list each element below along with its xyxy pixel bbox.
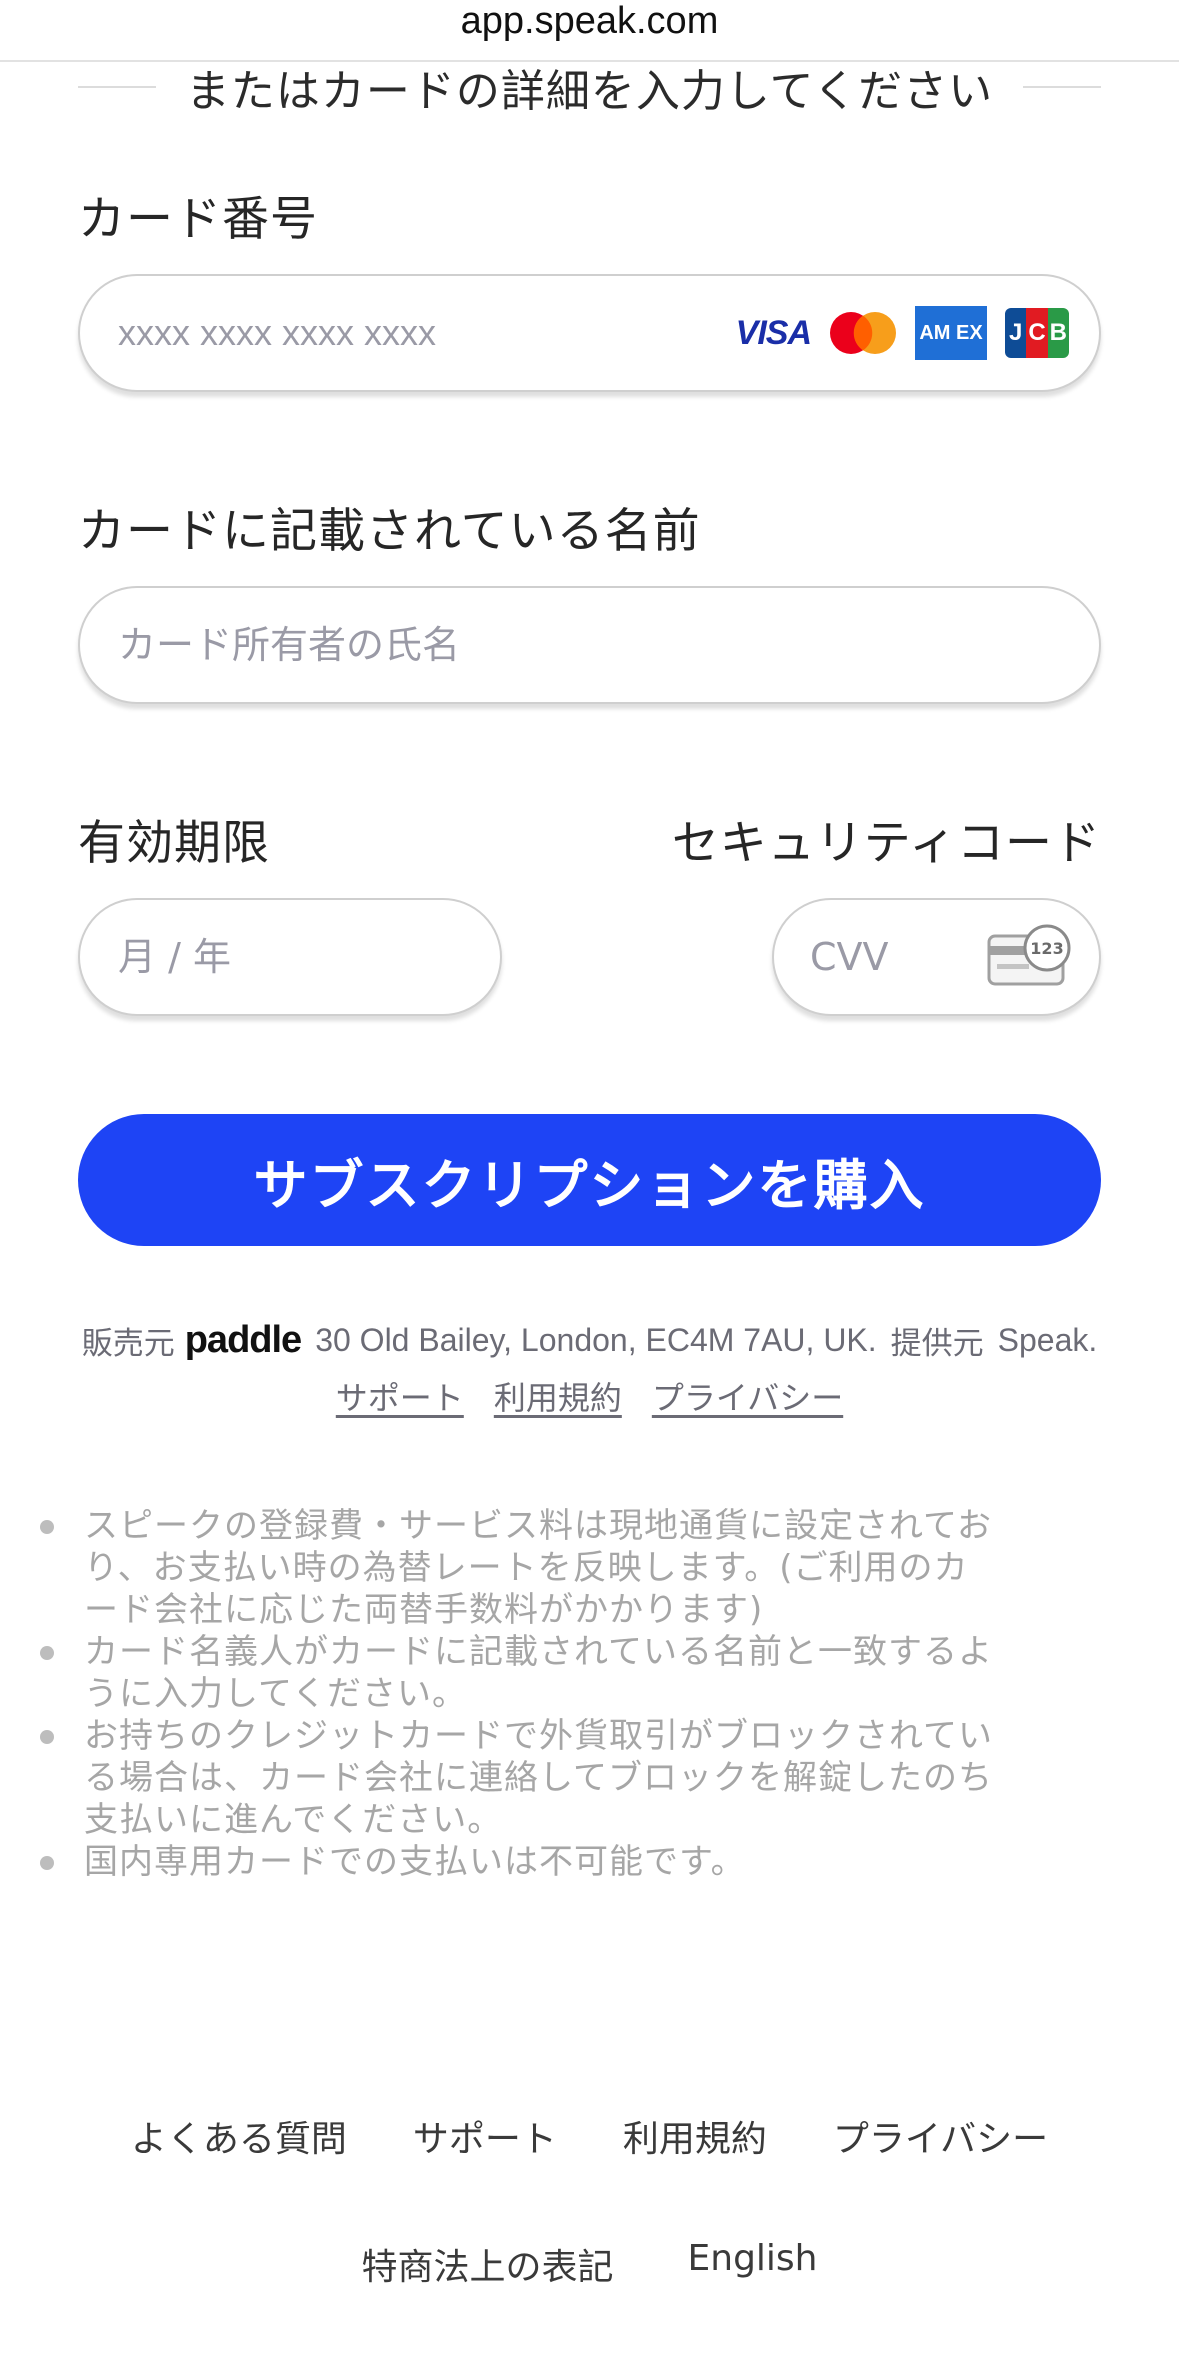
seller-address: 30 Old Bailey, London, EC4M 7AU, UK.	[315, 1322, 877, 1358]
divider-text: またはカードの詳細を入力してください	[185, 66, 994, 117]
expiry-field[interactable]	[78, 898, 502, 1016]
footer-language-link[interactable]: English	[688, 2238, 818, 2290]
seller-support-link[interactable]: サポート	[336, 1373, 464, 1419]
browser-address-bar[interactable]: app.speak.com	[0, 0, 1179, 62]
mastercard-logo-icon	[830, 312, 896, 354]
expiry-label: 有効期限	[78, 816, 270, 871]
security-code-label: セキュリティコード	[671, 816, 1101, 871]
card-name-input[interactable]	[118, 623, 1061, 667]
payment-notes-list: スピークの登録費・サービス料は現地通貨に設定されており、お支払い時の為替レートを…	[34, 1505, 994, 1883]
amex-logo-icon: AM EX	[915, 306, 987, 360]
cvv-icon-digits: 123	[1030, 939, 1063, 958]
provided-by-label: 提供元	[890, 1326, 984, 1362]
jcb-letter-j: J	[1005, 308, 1027, 358]
jcb-logo-icon: J C B	[1005, 308, 1069, 358]
card-number-field[interactable]: VISA AM EX J C B	[78, 274, 1101, 392]
footer-terms-link[interactable]: 利用規約	[623, 2110, 767, 2162]
cvv-input[interactable]	[810, 935, 987, 979]
footer-links-row-2: 特商法上の表記 English	[0, 2238, 1179, 2290]
divider-line-left	[78, 86, 156, 88]
seller-links: サポート 利用規約 プライバシー	[0, 1373, 1179, 1419]
card-number-input[interactable]	[118, 312, 736, 354]
paddle-logo-icon: paddle	[184, 1319, 302, 1361]
seller-info: 販売元 paddle 30 Old Bailey, London, EC4M 7…	[78, 1318, 1101, 1363]
card-name-label: カードに記載されている名前	[78, 504, 701, 559]
list-item: カード名義人がカードに記載されている名前と一致するように入力してください。	[34, 1631, 994, 1715]
footer-support-link[interactable]: サポート	[413, 2110, 557, 2162]
jcb-letter-c: C	[1026, 308, 1048, 358]
purchase-subscription-button[interactable]: サブスクリプションを購入	[78, 1114, 1101, 1246]
card-details-divider: またはカードの詳細を入力してください	[78, 58, 1102, 117]
amex-logo-text: AM EX	[919, 322, 983, 344]
footer-legal-notice-link[interactable]: 特商法上の表記	[361, 2238, 613, 2290]
footer-faq-link[interactable]: よくある質問	[131, 2110, 347, 2162]
expiry-input[interactable]	[118, 935, 470, 979]
seller-terms-link[interactable]: 利用規約	[494, 1373, 622, 1419]
provider-name: Speak.	[997, 1322, 1098, 1358]
url-text[interactable]: app.speak.com	[461, 1, 719, 41]
footer-privacy-link[interactable]: プライバシー	[833, 2110, 1048, 2162]
seller-privacy-link[interactable]: プライバシー	[652, 1373, 843, 1419]
card-name-field[interactable]	[78, 586, 1101, 704]
list-item: 国内専用カードでの支払いは不可能です。	[34, 1841, 994, 1883]
list-item: スピークの登録費・サービス料は現地通貨に設定されており、お支払い時の為替レートを…	[34, 1505, 994, 1631]
cvv-card-icon: 123	[987, 924, 1071, 986]
footer-links-row-1: よくある質問 サポート 利用規約 プライバシー	[0, 2110, 1179, 2162]
purchase-button-label: サブスクリプションを購入	[253, 1153, 926, 1217]
divider-line-right	[1023, 86, 1102, 88]
list-item: お持ちのクレジットカードで外貨取引がブロックされている場合は、カード会社に連絡し…	[34, 1715, 994, 1841]
card-number-label: カード番号	[78, 192, 318, 247]
card-brand-logos: VISA AM EX J C B	[736, 306, 1069, 360]
sold-by-label: 販売元	[81, 1326, 175, 1362]
visa-logo-icon: VISA	[735, 313, 812, 352]
security-code-field[interactable]: 123	[772, 898, 1101, 1016]
jcb-letter-b: B	[1047, 308, 1069, 358]
